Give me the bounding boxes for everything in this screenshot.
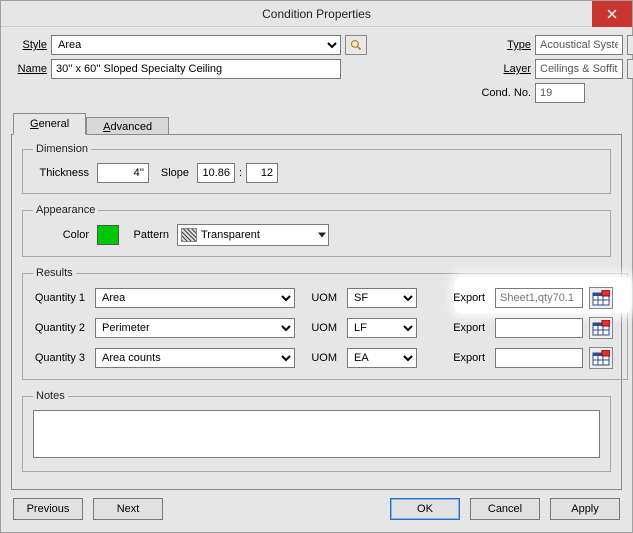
grid-icon	[592, 290, 610, 306]
results-legend: Results	[33, 267, 76, 279]
condno-field[interactable]	[535, 83, 585, 103]
dialog-window: Condition Properties Style Area Type Nam…	[0, 0, 633, 533]
notes-textarea[interactable]	[33, 410, 600, 458]
window-title: Condition Properties	[262, 7, 371, 21]
name-label: Name	[11, 63, 51, 75]
quantity3-label: Quantity 3	[33, 352, 89, 364]
thickness-label: Thickness	[33, 167, 93, 179]
layer-label: Layer	[435, 63, 535, 75]
color-label: Color	[33, 229, 93, 241]
results-group: Results Quantity 1 Area UOM SF Export	[22, 267, 628, 380]
style-search-button[interactable]	[345, 35, 367, 55]
uom1-select[interactable]: SF	[347, 288, 417, 308]
appearance-legend: Appearance	[33, 204, 98, 216]
export3-button[interactable]	[589, 347, 613, 369]
uom2-select[interactable]: LF	[347, 318, 417, 338]
uom3-select[interactable]: EA	[347, 348, 417, 368]
close-button[interactable]	[592, 1, 632, 27]
uom2-label: UOM	[301, 322, 341, 334]
condno-label: Cond. No.	[435, 87, 535, 99]
type-field[interactable]	[535, 35, 623, 55]
color-swatch[interactable]	[97, 225, 119, 245]
dimension-legend: Dimension	[33, 143, 91, 155]
previous-button[interactable]: Previous	[13, 498, 83, 520]
pattern-value: Transparent	[201, 229, 260, 241]
export2-button[interactable]	[589, 317, 613, 339]
next-button[interactable]: Next	[93, 498, 163, 520]
export2-field[interactable]	[495, 318, 583, 338]
appearance-group: Appearance Color Pattern Transparent	[22, 204, 611, 257]
export3-label: Export	[451, 352, 489, 364]
grid-icon	[592, 350, 610, 366]
layer-field[interactable]	[535, 59, 623, 79]
type-label: Type	[435, 39, 535, 51]
thickness-field[interactable]	[97, 163, 149, 183]
quantity2-select[interactable]: Perimeter	[95, 318, 295, 338]
close-icon	[607, 9, 617, 19]
notes-group: Notes	[22, 390, 611, 472]
quantity3-select[interactable]: Area counts	[95, 348, 295, 368]
type-search-button[interactable]	[627, 35, 633, 55]
slope-label: Slope	[153, 167, 193, 179]
quantity2-label: Quantity 2	[33, 322, 89, 334]
layer-search-button[interactable]	[627, 59, 633, 79]
slope-a-field[interactable]	[197, 163, 235, 183]
apply-button[interactable]: Apply	[550, 498, 620, 520]
export1-label: Export	[451, 292, 489, 304]
tab-body-general: Dimension Thickness Slope : Appearance C…	[11, 134, 622, 490]
style-select[interactable]: Area	[51, 35, 341, 55]
chevron-down-icon	[318, 233, 326, 238]
uom3-label: UOM	[301, 352, 341, 364]
ok-button[interactable]: OK	[390, 498, 460, 520]
notes-legend: Notes	[33, 390, 68, 402]
slope-b-field[interactable]	[246, 163, 278, 183]
pattern-label: Pattern	[123, 229, 173, 241]
pattern-swatch-icon	[181, 228, 197, 242]
uom1-label: UOM	[301, 292, 341, 304]
dimension-group: Dimension Thickness Slope :	[22, 143, 611, 194]
pattern-select[interactable]: Transparent	[177, 224, 329, 246]
quantity1-select[interactable]: Area	[95, 288, 295, 308]
tab-general[interactable]: General	[13, 113, 86, 135]
export1-button[interactable]	[589, 287, 613, 309]
name-field[interactable]	[51, 59, 341, 79]
export2-label: Export	[451, 322, 489, 334]
export3-field[interactable]	[495, 348, 583, 368]
slope-sep: :	[239, 167, 242, 179]
style-label: Style	[11, 39, 51, 51]
title-bar: Condition Properties	[1, 1, 632, 27]
export1-field[interactable]	[495, 288, 583, 308]
quantity1-label: Quantity 1	[33, 292, 89, 304]
grid-icon	[592, 320, 610, 336]
cancel-button[interactable]: Cancel	[470, 498, 540, 520]
magnifier-icon	[350, 39, 362, 51]
